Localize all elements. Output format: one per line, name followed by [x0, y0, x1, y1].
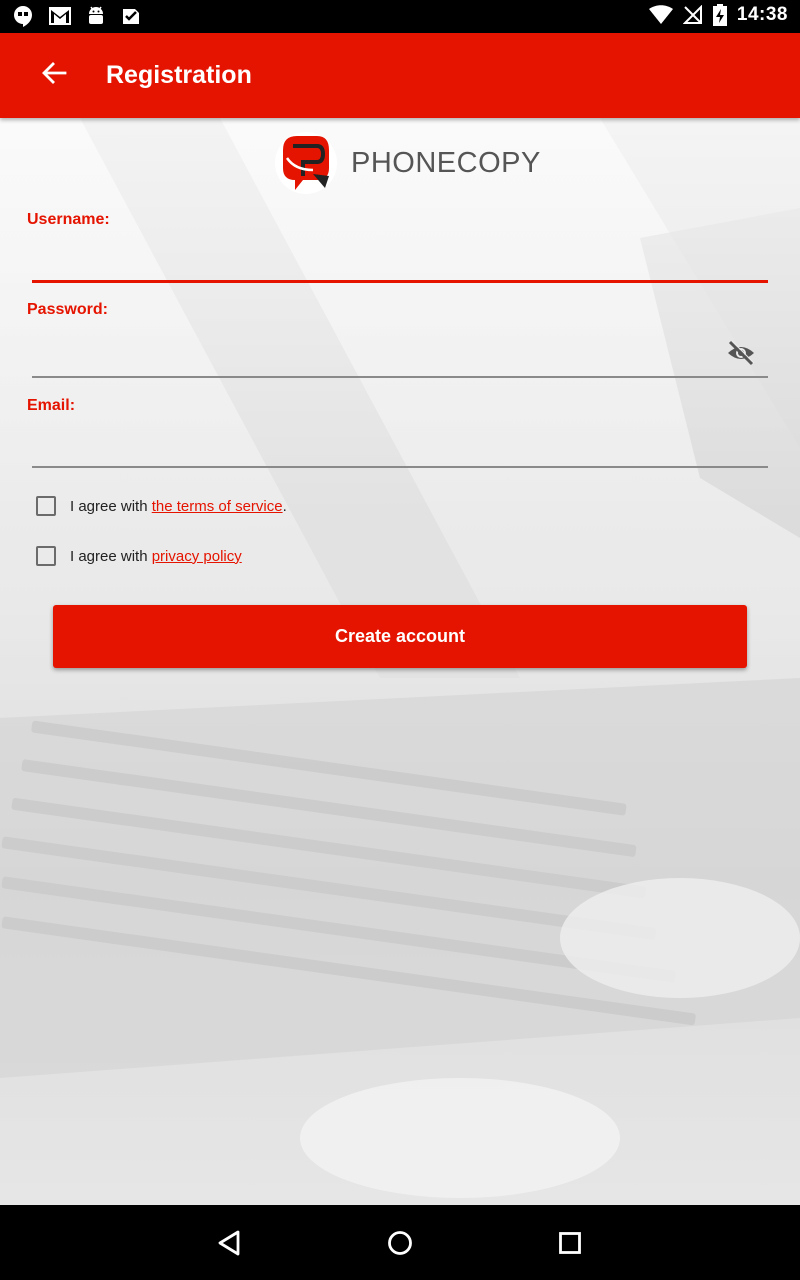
back-button[interactable] [30, 53, 78, 97]
page-title: Registration [106, 61, 252, 89]
password-label: Password: [27, 301, 108, 318]
app-bar: Registration [0, 33, 800, 118]
home-circle-icon [384, 1231, 416, 1263]
terms-suffix-text: . [282, 497, 287, 515]
recents-square-icon [554, 1232, 586, 1263]
username-input[interactable] [32, 242, 726, 280]
privacy-agreement-row: I agree with privacy policy [36, 546, 242, 566]
eye-off-icon [726, 340, 756, 370]
terms-of-service-link[interactable]: the terms of service [152, 498, 283, 515]
toggle-password-visibility-button[interactable] [726, 340, 758, 368]
registration-form-area: PHONECOPY Username: Password: Email: I a… [0, 118, 800, 1205]
password-input[interactable] [32, 336, 726, 374]
logo-text: PHONECOPY [351, 146, 541, 179]
username-label: Username: [27, 211, 110, 228]
terms-prefix-text: I agree with [70, 497, 152, 515]
email-label: Email: [27, 397, 76, 414]
status-time: 14:38 [736, 4, 788, 25]
terms-checkbox[interactable] [36, 496, 56, 516]
download-check-icon [120, 5, 142, 27]
nav-home-button[interactable] [384, 1227, 416, 1259]
status-bar: 14:38 [0, 0, 800, 33]
privacy-prefix-text: I agree with [70, 547, 152, 565]
privacy-checkbox[interactable] [36, 546, 56, 566]
phonecopy-logo-mark [275, 132, 337, 194]
email-input[interactable] [32, 428, 726, 466]
arrow-back-icon [41, 61, 67, 90]
nav-recents-button[interactable] [554, 1227, 586, 1259]
nav-back-button[interactable] [214, 1227, 246, 1259]
privacy-policy-link[interactable]: privacy policy [152, 548, 242, 565]
password-underline [32, 376, 768, 378]
hangouts-icon [12, 5, 34, 27]
wifi-icon [648, 5, 673, 25]
create-account-button[interactable]: Create account [53, 605, 747, 668]
android-icon [86, 5, 106, 27]
no-signal-icon [682, 5, 703, 25]
email-underline [32, 466, 768, 468]
terms-agreement-row: I agree with the terms of service . [36, 496, 287, 516]
battery-charging-icon [712, 4, 727, 26]
phonecopy-logo: PHONECOPY [273, 130, 541, 196]
username-underline [32, 280, 768, 283]
navigation-bar [0, 1205, 800, 1280]
gmail-icon [48, 6, 72, 26]
back-triangle-icon [214, 1230, 246, 1263]
